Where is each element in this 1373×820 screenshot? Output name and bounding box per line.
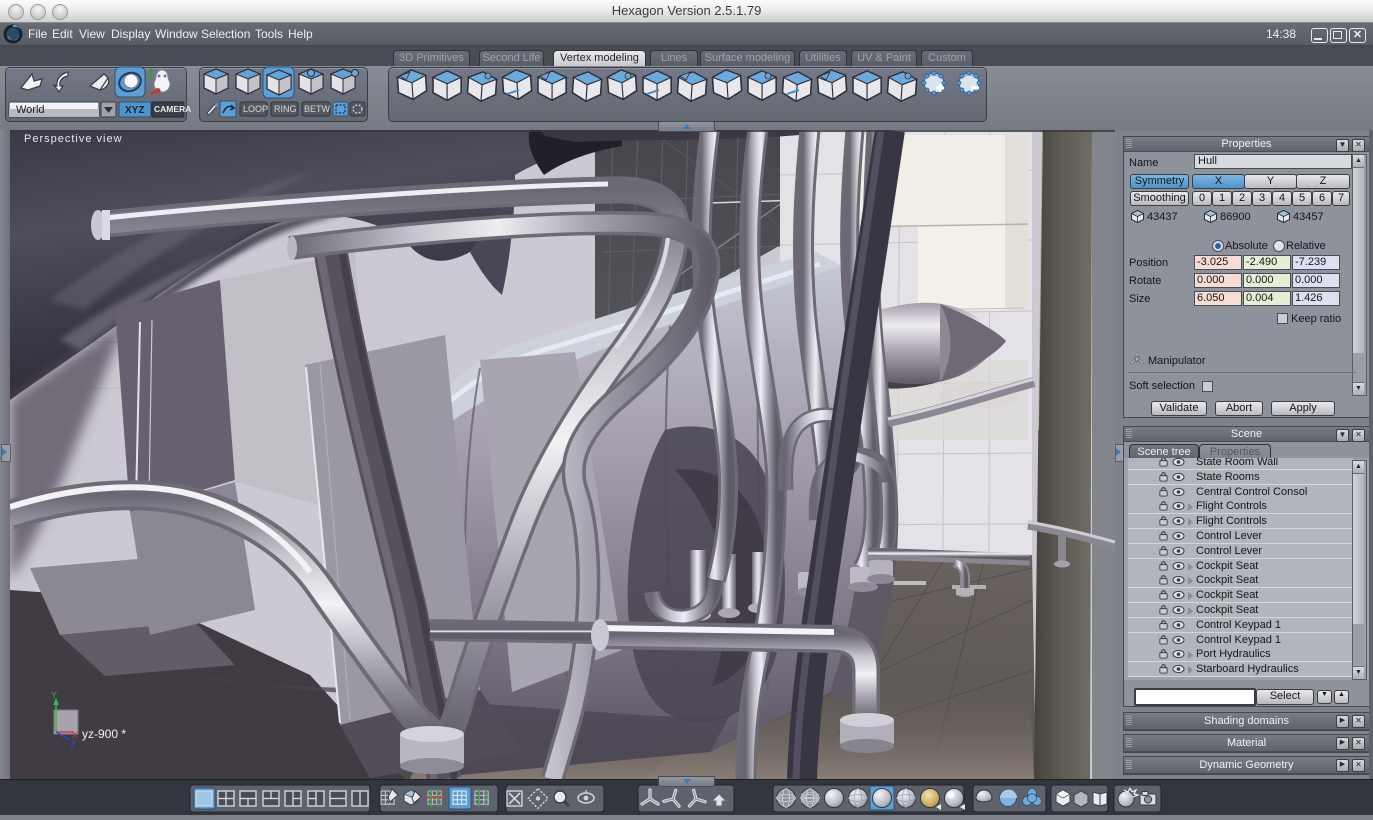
svg-text:XYZ: XYZ [125,105,144,116]
svg-text:Y: Y [51,690,57,700]
svg-text:X: X [72,730,78,740]
svg-text:yz-900 *: yz-900 * [82,727,126,741]
svg-text:Perspective view: Perspective view [24,133,123,145]
svg-text:BETW: BETW [304,104,331,114]
svg-text:RING: RING [274,104,297,114]
svg-text:Z: Z [70,740,76,750]
svg-text:CAMERA: CAMERA [154,104,191,114]
svg-text:LOOP: LOOP [243,104,268,114]
svg-text:World: World [16,104,45,116]
